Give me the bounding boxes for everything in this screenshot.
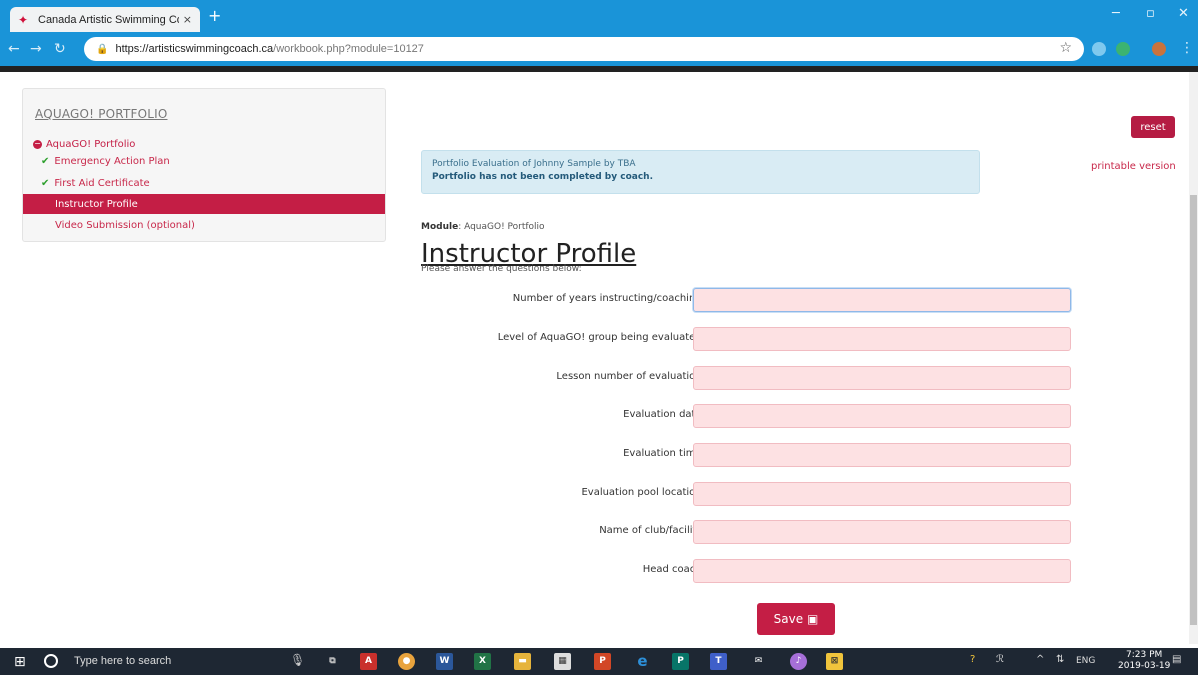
help-icon[interactable]: ? [970,654,975,665]
sidebar-item-label: First Aid Certificate [54,177,150,189]
reload-icon[interactable]: ↻ [54,41,66,57]
portfolio-sidebar: AQUAGO! PORTFOLIO − AquaGO! Portfolio ✔ … [22,88,386,242]
sidebar-item-label: Emergency Action Plan [54,155,170,167]
sidebar-item-emergency-action-plan[interactable]: ✔ Emergency Action Plan [23,151,385,171]
tab-title: Canada Artistic Swimming Coach [38,13,179,26]
taskbar-search[interactable]: Type here to search [74,655,171,667]
lesson-number-field[interactable] [693,366,1071,390]
microphone-icon[interactable]: 🎙 [290,653,305,667]
tab-close-icon[interactable]: × [183,13,192,26]
sidebar-item-label: Video Submission (optional) [55,219,195,231]
module-key: Module [421,222,459,232]
windows-start-icon[interactable]: ⊞ [14,654,26,670]
browser-tab-bar: ✦ Canada Artistic Swimming Coach × + ─ ▫… [0,0,1198,32]
url-path: /workbook.php?module=10127 [273,43,424,55]
cortana-icon[interactable] [44,654,58,668]
window-close-icon[interactable]: ✕ [1178,6,1189,21]
evaluation-time-field[interactable] [693,443,1071,467]
save-button[interactable]: Save ▣ [757,603,835,635]
form-row: Evaluation date: [420,404,1080,428]
url-host: https://artisticswimmingcoach.ca [115,43,274,55]
lock-icon: 🔒 [96,43,109,55]
url-field[interactable]: 🔒 https://artisticswimmingcoach.ca/workb… [84,37,1084,61]
minimize-icon[interactable]: ─ [1112,6,1120,21]
sidebar-section-label: AquaGO! Portfolio [46,138,136,150]
mail-icon[interactable]: ✉ [750,653,767,670]
excel-icon[interactable]: X [474,653,491,670]
sidebar-item-label: Instructor Profile [55,198,138,210]
project-icon[interactable]: P [672,653,689,670]
network-icon[interactable]: ⇅ [1056,654,1064,665]
clock-date: 2019-03-19 [1118,661,1171,671]
people-icon[interactable]: ℛ [996,654,1004,665]
task-view-icon[interactable]: ⧉ [324,653,341,670]
language-indicator[interactable]: ENG [1076,656,1095,666]
taskbar-clock[interactable]: 7:23 PM 2019-03-19 [1118,650,1170,672]
edge-icon[interactable]: e [634,653,651,670]
field-label: Lesson number of evaluation: [556,371,705,382]
sidebar-item-first-aid-certificate[interactable]: ✔ First Aid Certificate [23,173,385,193]
check-icon: ✔ [41,155,50,167]
teams-icon[interactable]: T [710,653,727,670]
extension-icon[interactable] [1092,42,1106,56]
printable-version-link[interactable]: printable version [1091,161,1176,172]
reset-button[interactable]: reset [1131,116,1175,138]
form-row: Evaluation pool location: [420,482,1080,506]
field-label: Name of club/facility: [599,525,705,536]
form-row: Lesson number of evaluation: [420,366,1080,390]
floppy-disk-icon: ▣ [806,612,819,626]
forward-icon[interactable]: → [30,41,42,57]
instructions-text: Please answer the questions below: [421,264,582,274]
chrome-icon[interactable]: ● [398,653,415,670]
browser-tab[interactable]: ✦ Canada Artistic Swimming Coach × [10,7,200,32]
head-coach-field[interactable] [693,559,1071,583]
alert-line-1: Portfolio Evaluation of Johnny Sample by… [432,159,636,169]
menu-icon[interactable]: ⋮ [1180,40,1194,56]
sidebar-heading[interactable]: AQUAGO! PORTFOLIO [35,107,168,121]
form-row: Name of club/facility: [420,520,1080,544]
address-bar: ← → ↻ 🔒 https://artisticswimmingcoach.ca… [0,32,1198,66]
evaluation-date-field[interactable] [693,404,1071,428]
module-value: : AquaGO! Portfolio [458,222,545,232]
clock-time: 7:23 PM [1126,650,1163,660]
windows-taskbar: ⊞ Type here to search 🎙 ⧉ A ● W X ▬ ▦ P … [0,648,1198,675]
word-icon[interactable]: W [436,653,453,670]
store-icon[interactable]: ⊠ [826,653,843,670]
save-label: Save [773,612,804,626]
profile-avatar[interactable] [1152,42,1166,56]
sidebar-item-instructor-profile[interactable]: Instructor Profile [23,194,385,214]
page-top-border [0,66,1198,72]
field-label: Number of years instructing/coaching: [512,293,705,304]
field-label: Evaluation pool location: [581,487,705,498]
form-row: Level of AquaGO! group being evaluated: [420,327,1080,351]
acrobat-icon[interactable]: A [360,653,377,670]
powerpoint-icon[interactable]: P [594,653,611,670]
module-label: Module: AquaGO! Portfolio [421,222,545,232]
sidebar-item-video-submission[interactable]: Video Submission (optional) [23,215,385,235]
file-explorer-icon[interactable]: ▬ [514,653,531,670]
pool-location-field[interactable] [693,482,1071,506]
form-row: Evaluation time: [420,443,1080,467]
field-label: Level of AquaGO! group being evaluated: [497,332,705,343]
alert-line-2: Portfolio has not been completed by coac… [432,172,653,182]
maple-leaf-icon: ✦ [18,12,29,27]
years-instructing-field[interactable] [693,288,1071,312]
form-row: Head coach: [420,559,1080,583]
collapse-icon: − [33,138,42,149]
chevron-up-icon[interactable]: ^ [1036,654,1044,665]
grammarly-icon[interactable] [1116,42,1130,56]
club-name-field[interactable] [693,520,1071,544]
scrollbar-thumb[interactable] [1190,195,1197,625]
music-icon[interactable]: ♪ [790,653,807,670]
form-row: Number of years instructing/coaching: [420,288,1080,312]
notifications-icon[interactable]: ▤ [1172,654,1181,665]
group-level-field[interactable] [693,327,1071,351]
maximize-icon[interactable]: ▫ [1146,6,1155,21]
check-icon: ✔ [41,177,50,189]
evaluation-status-alert: Portfolio Evaluation of Johnny Sample by… [421,150,980,194]
back-icon[interactable]: ← [8,41,20,57]
calculator-icon[interactable]: ▦ [554,653,571,670]
bookmark-star-icon[interactable]: ☆ [1059,40,1072,56]
new-tab-button[interactable]: + [208,8,221,24]
